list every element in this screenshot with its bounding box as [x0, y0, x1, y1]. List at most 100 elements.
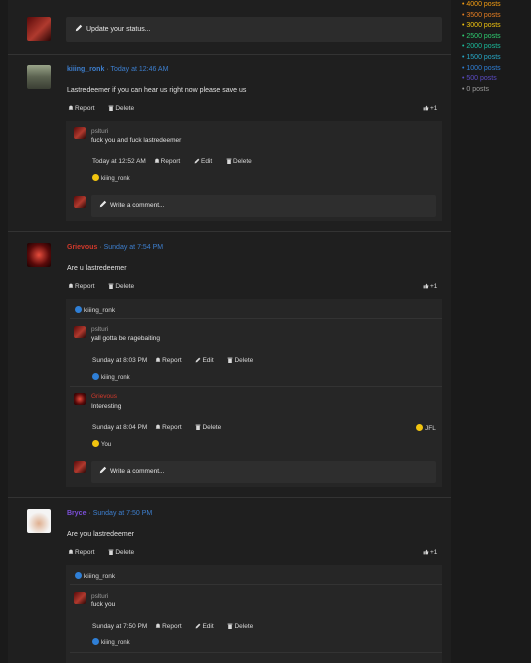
write-comment-input[interactable]: Write a comment... — [91, 461, 436, 483]
comment-time[interactable]: Sunday at 8:03 PM — [92, 357, 147, 364]
ladder-3000: • 3000 posts — [462, 22, 501, 30]
like-button[interactable]: +1 — [423, 283, 437, 290]
post-author[interactable]: Grievous — [67, 244, 97, 251]
ladder-0: • 0 posts — [462, 85, 489, 93]
delete-button[interactable]: Delete — [226, 158, 258, 165]
like-button[interactable]: +1 — [423, 105, 437, 112]
avatar[interactable] — [27, 243, 51, 267]
report-button[interactable]: Report — [155, 623, 188, 630]
post-header: Bryce · Sunday at 7:50 PM — [67, 510, 152, 517]
delete-button[interactable]: Delete — [227, 623, 259, 630]
comment-time[interactable]: Sunday at 7:50 PM — [92, 623, 147, 630]
comment-likes[interactable]: kiiing_ronk — [92, 174, 130, 182]
post-actions: Report Delete — [68, 283, 146, 290]
trash-icon — [196, 424, 201, 430]
divider — [8, 231, 451, 232]
comment-text: Interesting — [91, 403, 122, 410]
pencil-icon — [99, 466, 107, 474]
status-input[interactable]: Update your status... — [66, 17, 442, 42]
thumbs-up-icon — [423, 105, 429, 111]
avatar[interactable] — [27, 509, 51, 533]
bell-icon — [155, 357, 161, 362]
thumbs-up-icon — [423, 549, 429, 555]
post-header: kiiing_ronk · Today at 12:46 AM — [67, 66, 168, 73]
write-comment-input[interactable]: Write a comment... — [91, 195, 436, 217]
comment-time[interactable]: Today at 12:52 AM — [92, 158, 146, 165]
post-time[interactable]: Sunday at 7:54 PM — [104, 244, 164, 251]
trash-icon — [108, 549, 114, 555]
post-author[interactable]: kiiing_ronk — [67, 66, 104, 73]
laugh-reaction-icon — [92, 440, 99, 447]
delete-button[interactable]: Delete — [108, 283, 140, 290]
trash-icon — [108, 105, 114, 111]
report-button[interactable]: Report — [68, 283, 101, 290]
reaction-button[interactable]: JFL — [416, 424, 436, 432]
report-button[interactable]: Report — [155, 424, 188, 431]
trash-icon — [228, 357, 233, 363]
post-author[interactable]: Bryce — [67, 510, 86, 517]
my-avatar[interactable] — [27, 17, 51, 41]
divider — [70, 584, 442, 585]
delete-button[interactable]: Delete — [195, 424, 227, 431]
pencil-icon — [99, 200, 107, 208]
trash-icon — [108, 283, 114, 289]
like-reaction-icon — [92, 638, 99, 645]
edit-button[interactable]: Edit — [195, 357, 219, 364]
comment-meta: Sunday at 8:04 PM Report Delete — [92, 424, 233, 431]
comment-author[interactable]: Grievous — [91, 393, 117, 400]
my-comment-avatar — [74, 196, 86, 208]
trash-icon — [228, 623, 233, 629]
avatar[interactable] — [27, 65, 51, 89]
comment-author[interactable]: pslturi — [91, 593, 108, 600]
comment-text: yall gotta be ragebaiting — [91, 335, 161, 342]
laugh-reaction-icon — [92, 174, 99, 181]
bell-icon — [68, 283, 74, 288]
pencil-icon — [196, 623, 201, 629]
divider — [70, 652, 442, 653]
like-button[interactable]: +1 — [423, 549, 437, 556]
post-ladder: • 4000 posts • 3500 posts • 3000 posts •… — [462, 0, 531, 95]
edit-button[interactable]: Edit — [194, 158, 218, 165]
bell-icon — [68, 105, 74, 111]
comment-avatar[interactable] — [74, 592, 86, 604]
comment-author[interactable]: pslturi — [91, 326, 108, 333]
post-text: Are you lastredeemer — [67, 531, 134, 538]
divider — [70, 318, 442, 319]
comment-avatar[interactable] — [74, 326, 86, 338]
laugh-reaction-icon — [416, 424, 423, 431]
pencil-icon — [196, 357, 201, 363]
comment-text: fuck you and fuck lastredeemer — [91, 137, 182, 144]
bell-icon — [154, 158, 160, 163]
ladder-4000: • 4000 posts — [462, 1, 501, 8]
thumbs-up-icon — [423, 283, 429, 289]
like-reaction-icon — [75, 306, 82, 313]
post-actions: Report Delete — [68, 105, 146, 112]
status-placeholder: Update your status... — [86, 26, 151, 33]
post-likes[interactable]: kiiing_ronk — [75, 572, 115, 580]
divider — [70, 386, 442, 387]
bell-icon — [155, 424, 161, 429]
comment-likes[interactable]: You — [92, 440, 111, 448]
delete-button[interactable]: Delete — [227, 357, 259, 364]
comment-avatar[interactable] — [74, 127, 86, 139]
ladder-2000: • 2000 posts — [462, 43, 501, 51]
post-likes[interactable]: kiiing_ronk — [75, 306, 115, 314]
comment-author[interactable]: pslturi — [91, 128, 108, 135]
report-button[interactable]: Report — [155, 357, 188, 364]
report-button[interactable]: Report — [68, 105, 101, 112]
comment-avatar[interactable] — [74, 393, 86, 405]
edit-button[interactable]: Edit — [195, 623, 219, 630]
comment-likes[interactable]: kiiing_ronk — [92, 638, 130, 646]
ladder-3500: • 3500 posts — [462, 11, 501, 19]
ladder-2500: • 2500 posts — [462, 32, 501, 40]
ladder-500: • 500 posts — [462, 75, 497, 83]
report-button[interactable]: Report — [154, 158, 187, 165]
delete-button[interactable]: Delete — [108, 105, 140, 112]
post-time[interactable]: Sunday at 7:50 PM — [93, 510, 153, 517]
report-button[interactable]: Report — [68, 549, 101, 556]
comment-likes[interactable]: kiiing_ronk — [92, 373, 130, 381]
ladder-1500: • 1500 posts — [462, 53, 501, 61]
delete-button[interactable]: Delete — [108, 549, 140, 556]
comment-time[interactable]: Sunday at 8:04 PM — [92, 424, 147, 431]
post-time[interactable]: Today at 12:46 AM — [110, 66, 168, 73]
